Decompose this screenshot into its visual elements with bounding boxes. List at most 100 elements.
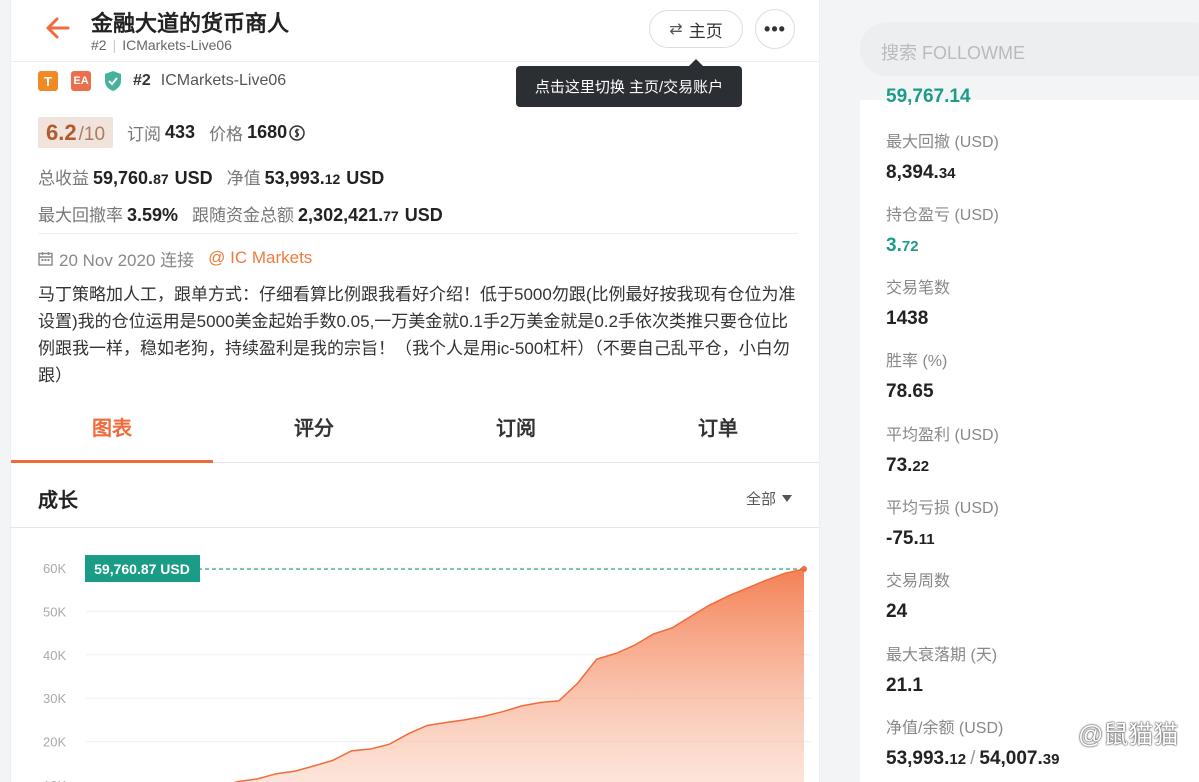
stat-value: 24 [886,601,908,622]
y-tick-label: 10K [43,778,66,782]
score-badge: 6.2/10 [38,117,114,148]
stat-cut-value: 59,767.14 [886,86,971,107]
stat-label: 最大衰落期 (天) [886,647,998,664]
total-profit-label: 总收益 [38,169,89,188]
growth-chart: 60K 50K 40K 30K 20K 10K 59,760.87 USD [43,555,811,782]
ea-badge: EA [71,71,91,91]
tab-bar: 图表 评分 订阅 订单 [11,408,819,463]
stat-item: 最大回撤 (USD) 8,394.34 [886,128,999,184]
tab-chart[interactable]: 图表 [11,408,213,463]
subscribe-label: 订阅 [127,125,162,144]
drawdown-line: 最大回撤率 3.59% 跟随资金总额 2,302,421. 77 USD [38,201,443,225]
calendar-icon [38,251,53,266]
stat-item: 净值/余额 (USD) 53,993.12/54,007.39 [886,714,1059,770]
stat-value: 73.22 [886,455,930,476]
weibo-logo-icon [1044,721,1070,747]
strategy-description: 马丁策略加人工，跟单方式：仔细看算比例跟我看好介绍！低于5000勿跟(比例最好按… [38,285,796,385]
stat-label: 胜率 (%) [886,353,948,370]
current-value-label: 59,760.87 USD [94,561,190,577]
caret-down-icon [782,494,793,502]
price-label: 价格 [209,125,244,144]
total-profit-value: 59,760. [93,168,154,188]
equity-label: 净值 [226,169,261,188]
account-server: ICMarkets-Live06 [160,72,287,89]
stat-label: 平均亏损 (USD) [886,500,999,517]
stat-item: 交易周数 24 [886,567,950,623]
equity-decimals: 12 [324,171,341,187]
stat-value: -75.11 [886,528,935,549]
broker-link[interactable]: @ IC Markets [208,248,312,268]
stat-label: 净值/余额 (USD) [886,720,1004,737]
total-profit-unit: USD [174,168,213,188]
divider [38,233,798,234]
stat-item: 持仓盈亏 (USD) 3.72 [886,201,999,257]
follow-funds-unit: USD [404,205,443,225]
stat-value: 21.1 [886,675,923,696]
stats-card: 59,767.14 最大回撤 (USD) 8,394.34 持仓盈亏 (USD) 3.… [860,86,1199,782]
switch-tooltip: 点击这里切换 主页/交易账户 [516,59,742,107]
follow-funds-label: 跟随资金总额 [192,206,295,225]
home-switch-button[interactable]: ⇄ 主页 [649,10,743,48]
account-label: ICMarkets-Live06 [122,37,232,53]
tab-subscriptions[interactable]: 订阅 [415,408,617,462]
profit-line: 总收益 59,760. 87 USD 净值 53,993. 12 USD [38,164,384,188]
growth-section-header: 成长 全部 [11,464,819,528]
swap-icon: ⇄ [669,21,683,38]
badge-row: T EA #2 ICMarkets-Live06 [38,70,286,92]
equity-unit: USD [346,168,385,188]
stat-value: 1438 [886,308,929,329]
page-title: 金融大道的货币商人 [91,11,290,36]
y-tick-label: 40K [43,648,66,663]
main-panel: 金融大道的货币商人 #2 | ICMarkets-Live06 ⇄ 主页 ••• 点… [10,0,820,782]
y-tick-label: 30K [43,691,66,706]
y-tick-label: 50K [43,604,66,619]
tab-rating[interactable]: 评分 [213,408,415,462]
stat-value: 53,993.12/54,007.39 [886,748,1060,769]
score-outof: /10 [78,124,106,145]
current-value-point [801,566,807,573]
trader-badge: T [38,71,58,91]
search-input[interactable]: 搜索 FOLLOWME [860,22,1199,76]
max-drawdown-rate-value: 3.59% [127,205,179,225]
follow-funds-decimals: 77 [383,208,399,224]
stat-item: 最大衰落期 (天) 21.1 [886,641,997,697]
stat-label: 交易笔数 [886,280,951,297]
growth-title: 成长 [38,490,78,512]
stat-label: 最大回撤 (USD) [886,134,999,151]
right-panel: 搜索 FOLLOWME 59,767.14 最大回撤 (USD) 8,394.34… [822,0,1199,782]
stat-item: 交易笔数 1438 [886,274,950,330]
stat-label: 持仓盈亏 (USD) [886,207,999,224]
stat-value: 78.65 [886,381,934,402]
y-tick-label: 60K [43,561,66,576]
rank-badge: #2 [133,72,151,89]
range-label: 全部 [746,491,777,508]
subscribe-count: 433 [165,122,196,142]
tab-orders[interactable]: 订单 [617,408,819,462]
back-arrow-icon[interactable] [43,14,71,42]
search-placeholder: 搜索 FOLLOWME [881,43,1026,63]
price-value: 1680 [247,122,288,142]
total-profit-decimals: 87 [153,171,169,187]
score-value: 6.2 [46,120,77,145]
stat-item: 平均亏损 (USD) -75.11 [886,494,999,550]
range-dropdown[interactable]: 全部 [746,488,793,509]
connected-date: 20 Nov 2020 连接 [59,250,195,270]
connected-since: 20 Nov 2020 连接 @ IC Markets [38,246,312,270]
stat-item: 平均盈利 (USD) 73.22 [886,421,999,477]
y-tick-label: 20K [43,735,66,750]
stat-item: 胜率 (%) 78.65 [886,347,947,403]
max-drawdown-rate-label: 最大回撤率 [38,206,123,225]
follow-funds-value: 2,302,421. [298,205,384,225]
page-header: 金融大道的货币商人 #2 | ICMarkets-Live06 ⇄ 主页 ••• [11,0,819,62]
growth-area [201,569,804,782]
coin-icon [289,124,305,141]
stat-value: 3.72 [886,235,919,256]
stat-label: 平均盈利 (USD) [886,427,999,444]
watermark: @鼠猫猫 [1042,716,1178,750]
watermark-text: @鼠猫猫 [1078,721,1179,749]
shield-check-icon [105,71,121,91]
more-button[interactable]: ••• [755,9,795,49]
account-subline: #2 | ICMarkets-Live06 [91,37,232,53]
stat-value: 8,394.34 [886,162,956,183]
rank-label: #2 [91,37,107,53]
